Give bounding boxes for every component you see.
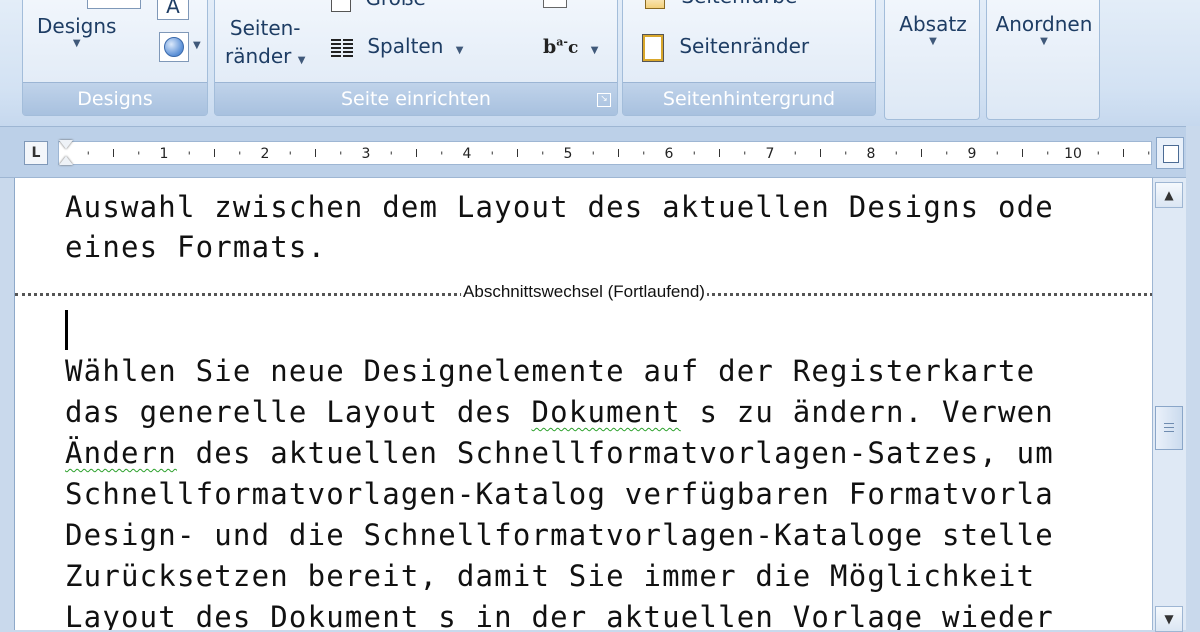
page-borders-button-label: Seitenränder — [679, 34, 810, 58]
chevron-down-icon: ▼ — [72, 38, 81, 49]
theme-effects-button[interactable]: ▼ — [157, 30, 203, 64]
ruler-number: 3 — [362, 146, 371, 162]
document-line: das generelle Layout des Dokument s zu ä… — [65, 395, 1054, 429]
chevron-down-icon: ▼ — [455, 45, 464, 56]
chevron-down-icon: ▼ — [1040, 36, 1048, 47]
section-break-label: Abschnittswechsel (Fortlaufend) — [461, 282, 707, 302]
ruler-number: 6 — [665, 146, 674, 162]
document-text: des aktuellen Schnellformatvorlagen-Satz… — [176, 436, 1054, 470]
ruler-number: 2 — [261, 146, 270, 162]
page-color-button[interactable]: Seitenfarbe — [645, 0, 797, 9]
designs-button-label: Designs — [37, 14, 117, 38]
page-background-group: Seitenfarbe Seitenränder Seitenhintergru… — [622, 0, 876, 116]
dialog-launcher-icon[interactable]: ↘ — [597, 93, 611, 107]
page-background-group-label: Seitenhintergrund — [623, 82, 875, 115]
chevron-up-icon: ▲ — [1164, 188, 1174, 202]
scroll-up-button[interactable]: ▲ — [1155, 182, 1183, 208]
chevron-down-icon: ▼ — [297, 55, 306, 66]
size-button[interactable]: Größe — [331, 0, 426, 12]
page-setup-group: Seiten- ränder ▼ Größe Spalten ▼ ba-c ▼ … — [214, 0, 618, 116]
ruler-toggle-icon — [1163, 145, 1179, 163]
columns-icon — [331, 38, 353, 57]
ribbon: Designs ▼ A ▼ Designs Seiten- ränder ▼ G… — [0, 0, 1200, 126]
ruler-bar: L 1 2 3 4 5 6 7 8 9 10 — [0, 126, 1200, 178]
ruler-number: 1 — [160, 146, 169, 162]
page-setup-label-text: Seite einrichten — [341, 88, 491, 110]
tab-stop-selector[interactable]: L — [24, 141, 48, 165]
chevron-down-icon: ▼ — [1164, 612, 1174, 626]
hyphenation-icon: ba-c — [543, 35, 579, 58]
line-numbers-button[interactable] — [543, 0, 583, 12]
chevron-down-icon: ▼ — [193, 40, 201, 51]
spelling-error[interactable]: Dokument — [532, 395, 681, 429]
view-ruler-button[interactable] — [1156, 137, 1184, 169]
theme-thumbnail-icon — [87, 0, 141, 9]
page-color-button-label: Seitenfarbe — [681, 0, 797, 8]
window-edge — [1186, 126, 1200, 630]
paragraph-group: Absatz ▼ — [884, 0, 980, 120]
page-borders-button[interactable]: Seitenränder — [642, 33, 810, 62]
page-size-icon — [331, 0, 351, 12]
document-line: Zurücksetzen bereit, damit Sie immer die… — [65, 559, 1036, 593]
document-line: Schnellformatvorlagen-Katalog verfügbare… — [65, 477, 1054, 511]
designs-group-label: Designs — [23, 82, 207, 115]
line-numbers-icon — [543, 0, 567, 8]
margins-button[interactable]: Seiten- ränder ▼ — [225, 14, 305, 75]
left-tab-icon: L — [31, 145, 41, 161]
page-border-icon — [642, 33, 664, 62]
document-line: Layout des Dokument s in der aktuellen V… — [65, 600, 1054, 630]
ruler-number: 4 — [463, 146, 472, 162]
document-line: Wählen Sie neue Designelemente auf der R… — [65, 354, 1036, 388]
designs-group: Designs ▼ A ▼ Designs — [22, 0, 208, 116]
theme-fonts-button[interactable]: A — [157, 0, 189, 20]
columns-button[interactable]: Spalten ▼ — [331, 34, 463, 58]
chevron-down-icon: ▼ — [590, 45, 599, 56]
horizontal-ruler[interactable]: 1 2 3 4 5 6 7 8 9 10 — [58, 140, 1152, 165]
spelling-error[interactable]: Ändern — [65, 436, 177, 470]
ruler-number: 7 — [766, 146, 775, 162]
ruler-number: 5 — [564, 146, 573, 162]
arrange-button-label: Anordnen — [995, 12, 1093, 36]
text-cursor — [65, 310, 68, 350]
scrollbar-thumb[interactable] — [1155, 406, 1183, 450]
document-page[interactable]: Auswahl zwischen dem Layout des aktuelle… — [14, 178, 1153, 630]
page-setup-group-label: Seite einrichten — [215, 82, 617, 115]
font-a-icon: A — [166, 0, 180, 18]
document-line: eines Formats. — [65, 230, 327, 264]
ruler-ticks: 1 2 3 4 5 6 7 8 9 10 — [87, 146, 1150, 162]
document-text: das generelle Layout des — [65, 395, 532, 429]
margins-button-line1: Seiten- — [229, 16, 301, 40]
columns-button-label: Spalten — [367, 34, 444, 58]
arrange-group: Anordnen ▼ — [986, 0, 1100, 120]
document-text: s zu ändern. Verwen — [680, 395, 1054, 429]
effects-circle-icon — [159, 32, 189, 62]
size-button-label: Größe — [365, 0, 425, 10]
designs-button[interactable]: Designs ▼ — [37, 14, 116, 49]
ruler-number: 9 — [968, 146, 977, 162]
scroll-down-button[interactable]: ▼ — [1155, 606, 1183, 632]
paragraph-button[interactable]: Absatz ▼ — [893, 12, 973, 47]
section-break: Abschnittswechsel (Fortlaufend) — [15, 282, 1153, 302]
chevron-down-icon: ▼ — [929, 36, 937, 47]
document-line: Ändern des aktuellen Schnellformatvorlag… — [65, 436, 1054, 470]
paragraph-button-label: Absatz — [899, 12, 967, 36]
ruler-number: 10 — [1064, 146, 1082, 162]
paint-bucket-icon — [645, 0, 665, 9]
margins-button-line2: ränder — [225, 44, 292, 68]
document-line: Auswahl zwischen dem Layout des aktuelle… — [65, 190, 1054, 224]
ruler-number: 8 — [867, 146, 876, 162]
document-line: Design- und die Schnellformatvorlagen-Ka… — [65, 518, 1054, 552]
arrange-button[interactable]: Anordnen ▼ — [991, 12, 1097, 47]
hyphenation-button[interactable]: ba-c ▼ — [543, 34, 598, 58]
vertical-scrollbar[interactable]: ▲ ▼ — [1152, 178, 1186, 632]
